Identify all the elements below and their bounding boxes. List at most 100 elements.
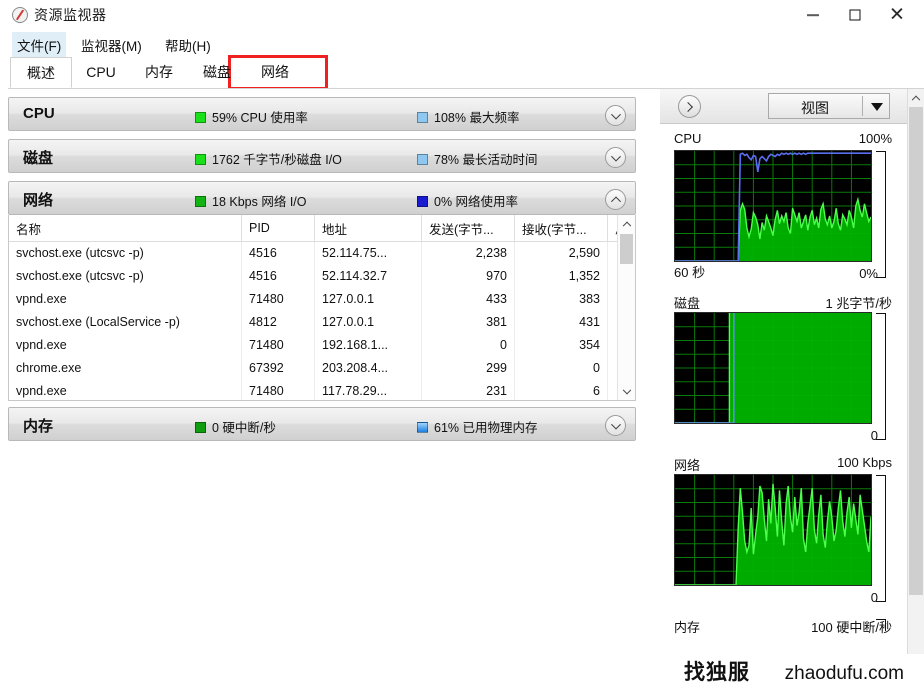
blue-swatch-icon (417, 112, 428, 123)
close-button[interactable]: ✕ (876, 0, 918, 30)
column-header-send[interactable]: 发送(字节... (421, 215, 515, 241)
panel-network-collapse-toggle[interactable] (605, 189, 626, 210)
cell-receive: 354 (514, 333, 608, 356)
table-row[interactable]: vpnd.exe71480192.168.1...0354354 (9, 333, 635, 356)
graph-network-max: 100 Kbps (837, 455, 892, 470)
graph-cpu-min: 0% (859, 266, 878, 281)
panel-memory-expand-toggle[interactable] (605, 415, 626, 436)
panel-cpu-expand-toggle[interactable] (605, 105, 626, 126)
menu-item-monitor[interactable]: 监视器(M) (76, 32, 147, 58)
cell-receive: 383 (514, 287, 608, 310)
panel-cpu-title: CPU (23, 105, 55, 122)
window-title: 资源监视器 (34, 7, 107, 23)
scroll-down-icon[interactable] (618, 383, 635, 400)
cell-send: 299 (421, 356, 515, 379)
graph-disk-label: 磁盘 (674, 296, 701, 311)
cell-send: 433 (421, 287, 515, 310)
network-table-container: 名称 PID 地址 发送(字节... 接收(字节... 总数(字节... svc… (8, 215, 636, 401)
green-swatch-icon (195, 422, 206, 433)
column-header-receive[interactable]: 接收(字节... (514, 215, 608, 241)
panel-disk-metric-active-time: 78% 最长活动时间 (417, 149, 538, 168)
network-table-scrollbar[interactable] (617, 215, 635, 400)
minimize-icon (807, 14, 819, 16)
graph-scrollbar-thumb[interactable] (909, 107, 923, 595)
blue-swatch-icon (417, 422, 428, 433)
minimize-button[interactable] (792, 0, 834, 30)
cell-name: svchost.exe (utcsvc -p) (9, 264, 242, 287)
panel-disk-expand-toggle[interactable] (605, 147, 626, 168)
green-swatch-icon (195, 112, 206, 123)
tab-memory[interactable]: 内存 (130, 57, 188, 88)
cell-address: 52.114.32.7 (314, 264, 422, 287)
table-header-row: 名称 PID 地址 发送(字节... 接收(字节... 总数(字节... (9, 215, 635, 241)
graph-memory-label: 内存 (674, 620, 701, 635)
graph-memory: 内存 100 硬中断/秒 (674, 617, 892, 643)
footer-brand-site: zhaodufu.com (784, 663, 904, 684)
graph-cpu-label: CPU (674, 131, 702, 146)
cell-address: 127.0.0.1 (314, 287, 422, 310)
column-header-pid[interactable]: PID (241, 215, 315, 241)
panel-cpu-metric-usage: 59% CPU 使用率 (195, 107, 308, 126)
header-separator (9, 241, 635, 242)
panel-network-metric-io: 18 Kbps 网络 I/O (195, 191, 306, 210)
cell-address: 117.78.29... (314, 379, 422, 400)
panel-cpu: CPU 59% CPU 使用率 108% 最大频率 (8, 97, 636, 131)
panel-memory-metric-hard-faults: 0 硬中断/秒 (195, 417, 276, 436)
darkblue-swatch-icon (417, 196, 428, 207)
view-dropdown-label: 视图 (801, 100, 829, 116)
graph-cpu: CPU 100% 60 秒 0% (674, 131, 892, 281)
cell-pid: 67392 (241, 356, 315, 379)
panel-network-header[interactable]: 网络 18 Kbps 网络 I/O 0% 网络使用率 (8, 181, 636, 215)
column-header-name[interactable]: 名称 (9, 215, 242, 241)
cell-pid: 4812 (241, 310, 315, 333)
table-row[interactable]: vpnd.exe71480127.0.0.1433383817 (9, 287, 635, 310)
tab-network[interactable]: 网络 (246, 57, 304, 88)
graph-disk: 磁盘 1 兆字节/秒 0 (674, 293, 892, 443)
graph-cpu-max: 100% (858, 131, 892, 146)
scrollbar-thumb[interactable] (620, 234, 633, 264)
cell-pid: 71480 (241, 333, 315, 356)
cell-name: vpnd.exe (9, 379, 242, 400)
maximize-button[interactable] (834, 0, 876, 30)
table-row[interactable]: svchost.exe (LocalService -p) 4812 127.0.0… (9, 310, 635, 333)
resource-monitor-icon (12, 7, 28, 23)
cell-name: svchost.exe (LocalService -p) (9, 310, 242, 333)
cell-send: 970 (421, 264, 515, 287)
table-row[interactable]: vpnd.exe71480117.78.29...2316237 (9, 379, 635, 400)
panel-cpu-header[interactable]: CPU 59% CPU 使用率 108% 最大频率 (8, 97, 636, 131)
menu-bar: 文件(F) 监视器(M) 帮助(H) (0, 32, 924, 58)
table-row[interactable]: svchost.exe (utcsvc -p) 4516 52.114.75... 2… (9, 241, 635, 264)
table-row[interactable]: chrome.exe67392203.208.4...2990299 (9, 356, 635, 379)
panel-memory-header[interactable]: 内存 0 硬中断/秒 61% 已用物理内存 (8, 407, 636, 441)
cell-pid: 71480 (241, 287, 315, 310)
tab-overview[interactable]: 概述 (10, 57, 72, 88)
panel-disk-header[interactable]: 磁盘 1762 千字节/秒磁盘 I/O 78% 最长活动时间 (8, 139, 636, 173)
menu-item-help[interactable]: 帮助(H) (160, 32, 216, 58)
panel-network: 网络 18 Kbps 网络 I/O 0% 网络使用率 名称 PID 地址 发送(… (8, 181, 636, 401)
table-row[interactable]: svchost.exe (utcsvc -p) 4516 52.114.32.7 97… (9, 264, 635, 287)
panel-disk: 磁盘 1762 千字节/秒磁盘 I/O 78% 最长活动时间 (8, 139, 636, 173)
panel-memory-title: 内存 (23, 418, 54, 435)
cell-name: chrome.exe (9, 356, 242, 379)
graph-disk-canvas (674, 312, 872, 424)
column-header-address[interactable]: 地址 (314, 215, 422, 241)
graph-pane-scrollbar[interactable] (907, 89, 924, 655)
graph-cpu-canvas (674, 150, 872, 262)
cell-receive: 6 (514, 379, 608, 400)
graph-scroll-up-icon[interactable] (908, 89, 924, 106)
menu-item-file[interactable]: 文件(F) (12, 32, 67, 58)
view-dropdown-button[interactable]: 视图 (768, 93, 890, 119)
chevron-right-icon[interactable] (678, 95, 701, 118)
graph-toolbar: 视图 (660, 89, 908, 124)
green-swatch-icon (195, 154, 206, 165)
tab-cpu[interactable]: CPU (72, 57, 130, 88)
tab-disk[interactable]: 磁盘 (188, 57, 246, 88)
cell-receive: 1,352 (514, 264, 608, 287)
cell-address: 127.0.0.1 (314, 310, 422, 333)
panel-network-title: 网络 (23, 192, 54, 209)
cell-send: 0 (421, 333, 515, 356)
cell-send: 381 (421, 310, 515, 333)
caret-down-icon[interactable] (871, 103, 883, 111)
panel-network-metric-utilization: 0% 网络使用率 (417, 191, 518, 210)
scroll-up-icon[interactable] (618, 215, 635, 232)
